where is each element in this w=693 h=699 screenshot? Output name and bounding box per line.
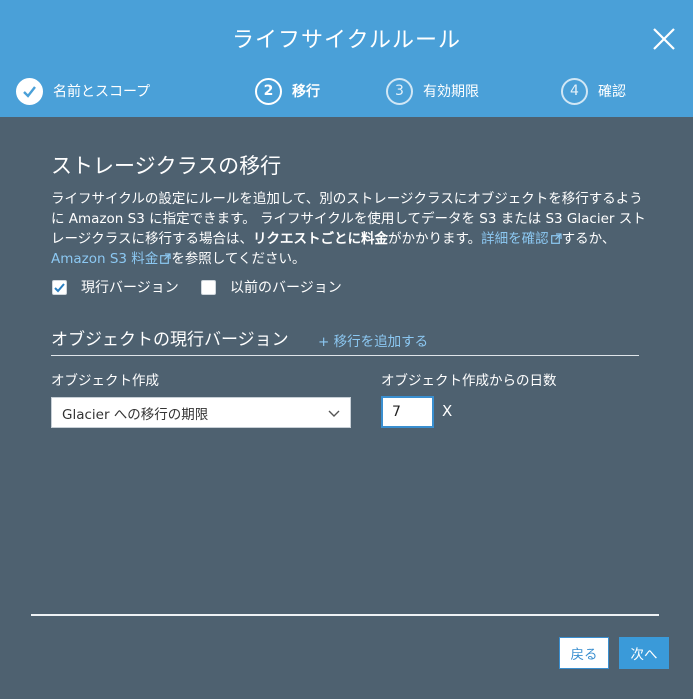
modal-header: ライフサイクルルール 名前とスコープ 2 移行 3 有効期限 4 確認 bbox=[0, 0, 693, 117]
description: ライフサイクルの設定にルールを追加して、別のストレージクラスにオブジェクトを移行… bbox=[51, 189, 651, 269]
transition-storage-class-select[interactable]: Glacier への移行の期限 bbox=[51, 397, 351, 428]
footer-divider bbox=[31, 614, 659, 616]
modal-title: ライフサイクルルール bbox=[232, 28, 461, 53]
s3-pricing-link[interactable]: Amazon S3 料金 bbox=[51, 251, 171, 267]
days-after-creation-label: オブジェクト作成からの日数 bbox=[381, 373, 557, 389]
next-button[interactable]: 次へ bbox=[619, 637, 669, 669]
step-number: 2 bbox=[255, 77, 282, 105]
description-text: を参照してください。 bbox=[171, 251, 306, 267]
select-value: Glacier への移行の期限 bbox=[62, 406, 209, 423]
previous-version-option[interactable]: 以前のバージョン bbox=[201, 278, 342, 296]
step-label: 有効期限 bbox=[423, 84, 479, 100]
add-transition-link[interactable]: + 移行を追加する bbox=[318, 330, 428, 350]
back-button[interactable]: 戻る bbox=[559, 637, 609, 669]
object-creation-label: オブジェクト作成 bbox=[51, 373, 159, 389]
description-text: するか、 bbox=[561, 231, 616, 247]
step-transition[interactable]: 2 移行 bbox=[255, 74, 320, 108]
check-icon bbox=[16, 77, 43, 105]
close-icon[interactable] bbox=[651, 26, 677, 52]
divider bbox=[51, 355, 639, 356]
current-version-label: 現行バージョン bbox=[81, 280, 179, 296]
external-link-icon bbox=[160, 253, 171, 264]
current-version-checkbox[interactable] bbox=[52, 279, 67, 295]
step-label: 確認 bbox=[598, 84, 626, 100]
description-bold: リクエストごとに料金 bbox=[252, 231, 388, 247]
learn-more-link[interactable]: 詳細を確認 bbox=[481, 231, 562, 247]
step-number: 4 bbox=[561, 77, 588, 105]
wizard-steps: 名前とスコープ 2 移行 3 有効期限 4 確認 bbox=[0, 74, 693, 108]
subsection-title: オブジェクトの現行バージョン bbox=[51, 330, 289, 350]
step-label: 移行 bbox=[292, 84, 320, 100]
lifecycle-rule-modal: ライフサイクルルール 名前とスコープ 2 移行 3 有効期限 4 確認 ストレー… bbox=[0, 0, 693, 699]
checkmark-icon bbox=[54, 282, 65, 292]
current-version-option[interactable]: 現行バージョン bbox=[52, 278, 179, 296]
days-input[interactable] bbox=[381, 396, 434, 428]
external-link-icon bbox=[550, 233, 562, 244]
description-text: がかかります。 bbox=[387, 231, 482, 247]
step-expiration[interactable]: 3 有効期限 bbox=[386, 74, 479, 108]
step-label: 名前とスコープ bbox=[53, 84, 151, 100]
previous-version-label: 以前のバージョン bbox=[230, 280, 342, 296]
step-name-and-scope[interactable]: 名前とスコープ bbox=[16, 74, 150, 108]
step-number: 3 bbox=[386, 77, 413, 105]
chevron-down-icon bbox=[328, 410, 340, 417]
section-title: ストレージクラスの移行 bbox=[51, 154, 282, 178]
step-review[interactable]: 4 確認 bbox=[561, 74, 626, 108]
remove-transition-button[interactable]: X bbox=[442, 402, 452, 420]
previous-version-checkbox[interactable] bbox=[201, 279, 216, 295]
